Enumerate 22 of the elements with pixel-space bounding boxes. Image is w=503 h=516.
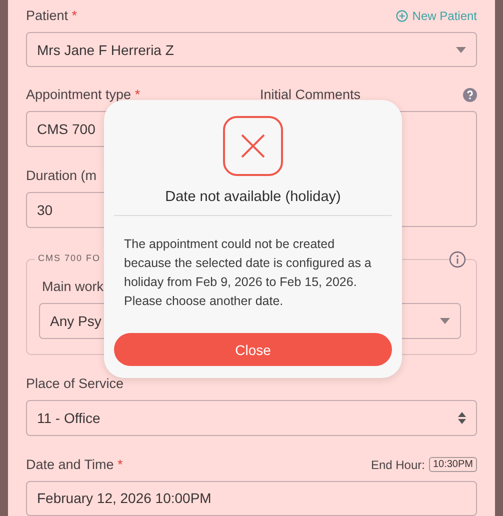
field-label: Initial Comments xyxy=(260,86,361,104)
end-hour-badge: 10:30PM xyxy=(428,457,477,472)
help-icon[interactable] xyxy=(463,88,477,102)
field-label: Place of Service xyxy=(26,375,125,394)
field-label: Appointment type * xyxy=(26,86,142,104)
up-down-arrows-icon xyxy=(458,412,466,424)
error-x-icon xyxy=(223,116,283,176)
fieldset-legend: CMS 700 FO xyxy=(35,253,104,264)
end-hour-label: End Hour: xyxy=(370,458,425,472)
info-icon[interactable] xyxy=(449,251,466,268)
field-label: Duration (m xyxy=(26,167,98,186)
field-label: Main work xyxy=(41,278,104,296)
patient-select[interactable]: Mrs Jane F Herreria Z xyxy=(26,32,477,68)
field-label: Patient * xyxy=(26,7,78,25)
dialog-title: Date not available (holiday) xyxy=(165,189,341,205)
caret-icon xyxy=(456,46,466,53)
dialog-message: The appointment could not be created because the selected date is configured as a holiday from Feb 9, 2026 to Feb 15, 2026. Please choose another date. xyxy=(123,236,372,310)
field-label: Date and Time * xyxy=(26,456,123,474)
plus-circle-icon xyxy=(396,10,408,22)
date-time-field[interactable]: February 12, 2026 10:00PM xyxy=(26,480,477,516)
place-of-service-select[interactable]: 11 - Office xyxy=(26,400,477,436)
caret-icon xyxy=(440,318,450,324)
